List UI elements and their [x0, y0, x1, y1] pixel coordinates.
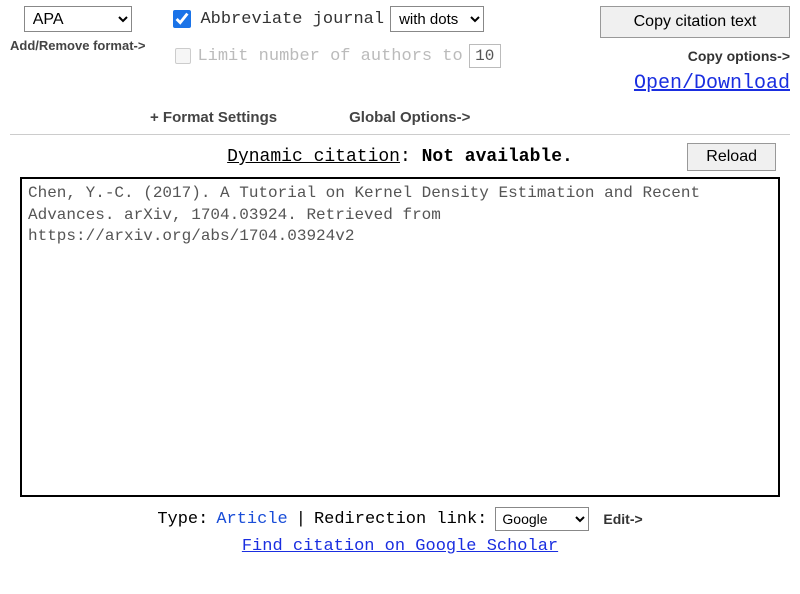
- abbreviate-journal-checkbox[interactable]: [173, 10, 191, 28]
- abbreviation-style-select[interactable]: with dots: [390, 6, 484, 32]
- add-remove-format-link[interactable]: Add/Remove format->: [10, 38, 145, 54]
- citation-textarea[interactable]: Chen, Y.-C. (2017). A Tutorial on Kernel…: [20, 177, 780, 497]
- limit-authors-label: Limit number of authors to: [197, 47, 462, 66]
- type-label: Type:: [157, 510, 208, 529]
- reload-button[interactable]: Reload: [687, 143, 776, 171]
- separator: [10, 134, 790, 135]
- limit-authors-input[interactable]: [469, 44, 501, 68]
- redirection-link-select[interactable]: Google: [495, 507, 589, 531]
- type-value-link[interactable]: Article: [216, 510, 287, 529]
- separator-pipe: |: [296, 510, 306, 529]
- format-settings-link[interactable]: + Format Settings: [150, 109, 277, 126]
- copy-options-link[interactable]: Copy options->: [688, 48, 790, 64]
- edit-link[interactable]: Edit->: [603, 511, 642, 527]
- dynamic-citation-status: Dynamic citation: Not available.: [227, 147, 573, 167]
- abbreviate-journal-label: Abbreviate journal: [200, 10, 384, 29]
- format-select[interactable]: APA: [24, 6, 132, 32]
- redirection-link-label: Redirection link:: [314, 510, 487, 529]
- copy-citation-button[interactable]: Copy citation text: [600, 6, 790, 38]
- open-download-link[interactable]: Open/Download: [634, 72, 790, 95]
- global-options-link[interactable]: Global Options->: [349, 109, 470, 126]
- google-scholar-link[interactable]: Find citation on Google Scholar: [242, 537, 558, 556]
- limit-authors-checkbox[interactable]: [175, 48, 191, 64]
